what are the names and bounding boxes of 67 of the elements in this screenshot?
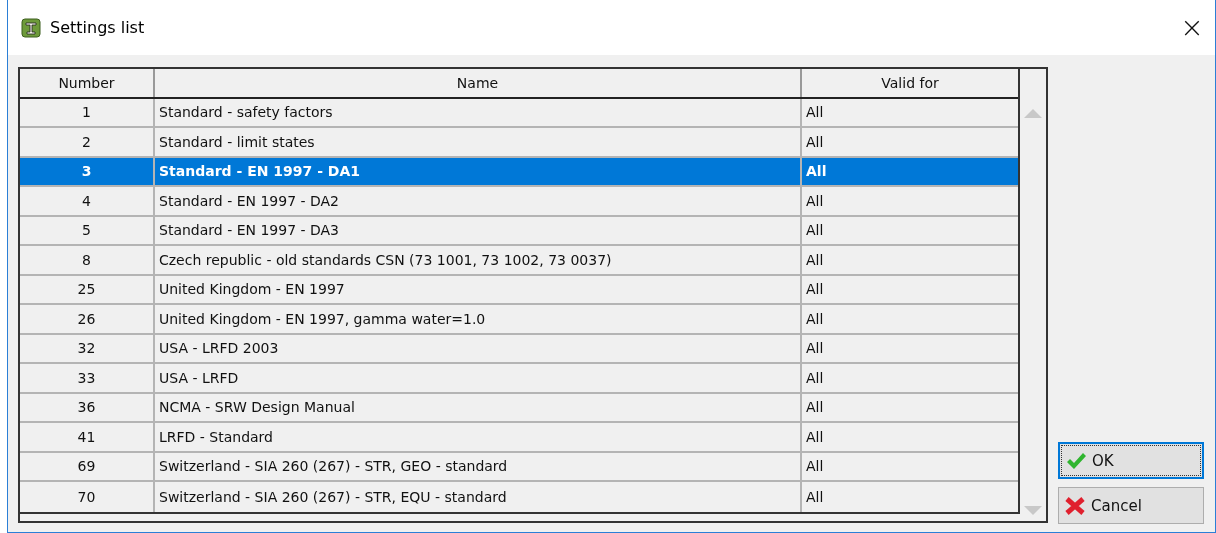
table-cell: 3 xyxy=(20,157,155,185)
table-cell: Standard - EN 1997 - DA3 xyxy=(155,216,802,244)
table-cell: USA - LRFD xyxy=(155,364,802,392)
table-cell: NCMA - SRW Design Manual xyxy=(155,393,802,421)
table-cell: 5 xyxy=(20,216,155,244)
table-cell: 25 xyxy=(20,275,155,303)
table-cell-text: All xyxy=(805,103,825,123)
column-header[interactable]: Number xyxy=(20,69,155,97)
checkmark-icon xyxy=(1066,451,1086,470)
cross-icon xyxy=(1065,496,1085,515)
table-cell-text: All xyxy=(805,339,825,359)
table-cell: 32 xyxy=(20,334,155,362)
window-title: Settings list xyxy=(50,18,145,37)
table-cell: 36 xyxy=(20,393,155,421)
table-row[interactable]: 70 Switzerland - SIA 260 (267) - STR, EQU - standard All xyxy=(20,482,1018,512)
table-row[interactable]: 41 LRFD - Standard All xyxy=(20,423,1018,453)
table-row[interactable]: 69 Switzerland - SIA 260 (267) - STR, GEO - standard All xyxy=(20,452,1018,482)
table-cell: Switzerland - SIA 260 (267) - STR, EQU - standard xyxy=(155,482,802,512)
close-button[interactable]: × xyxy=(1169,7,1215,48)
ok-button[interactable]: OK xyxy=(1058,442,1204,479)
scroll-down-icon[interactable] xyxy=(1024,506,1042,515)
table-cell-text: All xyxy=(805,221,825,241)
table-cell-text: All xyxy=(805,457,825,477)
table-cell: 41 xyxy=(20,423,155,451)
table-row[interactable]: 26 United Kingdom - EN 1997, gamma water=1.0 All xyxy=(20,305,1018,335)
table-cell: Standard - safety factors xyxy=(155,98,802,126)
table-cell-text: All xyxy=(805,280,825,300)
table-cell-text: All xyxy=(805,427,825,447)
table-cell: Standard - limit states xyxy=(155,128,802,156)
table-cell: 26 xyxy=(20,305,155,333)
table-cell: 69 xyxy=(20,452,155,480)
table-row[interactable]: 1 Standard - safety factors All xyxy=(20,98,1018,128)
table-row[interactable]: 4 Standard - EN 1997 - DA2 All xyxy=(20,187,1018,217)
table-row[interactable]: 32 USA - LRFD 2003 All xyxy=(20,334,1018,364)
table-cell: Standard - EN 1997 - DA1 xyxy=(155,157,802,185)
table-row[interactable]: 33 USA - LRFD All xyxy=(20,364,1018,394)
table-cell: United Kingdom - EN 1997 xyxy=(155,275,802,303)
table-row[interactable]: 5 Standard - EN 1997 - DA3 All xyxy=(20,216,1018,246)
table-cell-text: All xyxy=(805,132,825,152)
table-cell: Standard - EN 1997 - DA2 xyxy=(155,187,802,215)
app-icon xyxy=(21,17,41,38)
table-cell: 2 xyxy=(20,128,155,156)
table-cell-text: All xyxy=(805,309,825,329)
table-row[interactable]: 36 NCMA - SRW Design Manual All xyxy=(20,393,1018,423)
table-cell-text: All xyxy=(805,368,825,388)
table-row[interactable]: 8 Czech republic - old standards CSN (73 1001, 73 1002, 73 0037) All xyxy=(20,246,1018,276)
table-row[interactable]: 3 Standard - EN 1997 - DA1 All xyxy=(20,157,1018,187)
table-row[interactable]: 25 United Kingdom - EN 1997 All xyxy=(20,275,1018,305)
table-cell: 1 xyxy=(20,98,155,126)
table-cell: 33 xyxy=(20,364,155,392)
table-cell: United Kingdom - EN 1997, gamma water=1.0 xyxy=(155,305,802,333)
table-cell: Switzerland - SIA 260 (267) - STR, GEO - standard xyxy=(155,452,802,480)
table-cell-text: All xyxy=(805,250,825,270)
table-cell: 8 xyxy=(20,246,155,274)
table-cell: 4 xyxy=(20,187,155,215)
column-header[interactable]: Valid for xyxy=(802,69,1018,97)
table-cell-text: All xyxy=(805,162,828,182)
cancel-button[interactable]: Cancel xyxy=(1058,487,1204,524)
table-cell: USA - LRFD 2003 xyxy=(155,334,802,362)
table-cell-text: All xyxy=(805,191,825,211)
table-cell-text: All xyxy=(805,487,825,507)
table-cell: Czech republic - old standards CSN (73 1001, 73 1002, 73 0037) xyxy=(155,246,802,274)
table-cell: LRFD - Standard xyxy=(155,423,802,451)
column-header[interactable]: Name xyxy=(155,69,802,97)
table-cell-text: All xyxy=(805,398,825,418)
table-cell: 70 xyxy=(20,482,155,512)
scroll-up-icon[interactable] xyxy=(1024,109,1042,118)
